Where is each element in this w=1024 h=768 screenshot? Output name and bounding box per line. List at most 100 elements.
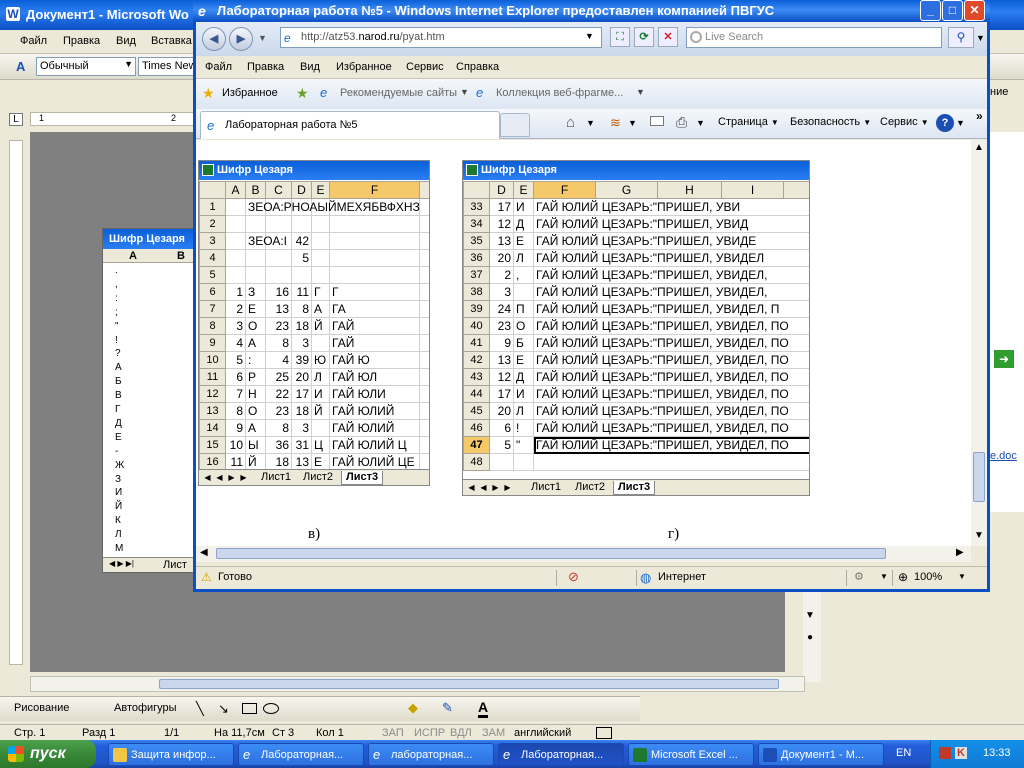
- cell-f39[interactable]: ГАЙ ЮЛИЙ ЦЕЗАРЬ:"ПРИШЕЛ, УВИДЕЛ, П: [533, 300, 809, 318]
- cell-f2[interactable]: [329, 215, 420, 233]
- cell-e7[interactable]: А: [311, 300, 330, 318]
- cell-g16[interactable]: [419, 453, 429, 471]
- status-rec[interactable]: ЗАП: [382, 727, 404, 739]
- taskbar-item-ie-1[interactable]: e Лабораторная...: [238, 743, 364, 766]
- protected-mode-icon[interactable]: ⚙: [854, 570, 864, 583]
- chevron-down-icon[interactable]: ▼: [805, 610, 815, 621]
- feeds-icon[interactable]: ≋: [610, 115, 621, 131]
- list-item[interactable]: З: [115, 474, 121, 485]
- cell-d4[interactable]: 5: [291, 249, 312, 267]
- print-dropdown[interactable]: ▼: [696, 118, 705, 128]
- cell-g7[interactable]: [419, 300, 429, 318]
- autoshapes-button[interactable]: Автофигуры: [114, 702, 177, 714]
- cell-f5[interactable]: [329, 266, 420, 284]
- task-pane-doc-link[interactable]: e.doc: [990, 450, 1017, 462]
- cell-f48[interactable]: [533, 453, 809, 471]
- cell-g15[interactable]: [419, 436, 429, 454]
- cell-e9[interactable]: [311, 334, 330, 352]
- sheet-tab-3[interactable]: Лист3: [613, 481, 656, 495]
- cell-a9[interactable]: 4: [225, 334, 246, 352]
- cell-e8[interactable]: Й: [311, 317, 330, 335]
- cell-g3[interactable]: [419, 232, 429, 250]
- cell-d13[interactable]: 18: [291, 402, 312, 420]
- mail-icon[interactable]: [650, 116, 664, 126]
- cell-e42[interactable]: Е: [513, 351, 534, 369]
- cell-e41[interactable]: Б: [513, 334, 534, 352]
- cell-a14[interactable]: 9: [225, 419, 246, 437]
- stop-icon[interactable]: ✕: [658, 27, 678, 47]
- cell-d6[interactable]: 11: [291, 283, 312, 301]
- cell-b11[interactable]: Р: [245, 368, 266, 386]
- sheet-nav-arrows[interactable]: ◀ ▶ ▶|: [109, 559, 134, 568]
- cell-f3[interactable]: [329, 232, 420, 250]
- cell-d16[interactable]: 13: [291, 453, 312, 471]
- cell-c7[interactable]: 13: [265, 300, 292, 318]
- cell-d45[interactable]: 20: [489, 402, 514, 420]
- cell-d14[interactable]: 3: [291, 419, 312, 437]
- cell-e12[interactable]: И: [311, 385, 330, 403]
- next-sheet-icon[interactable]: ▶: [226, 472, 237, 483]
- cell-d5[interactable]: [291, 266, 312, 284]
- cell-c6[interactable]: 16: [265, 283, 292, 301]
- tools-menu-button[interactable]: Сервис ▼: [880, 116, 929, 128]
- cell-d40[interactable]: 23: [489, 317, 514, 335]
- cell-f40[interactable]: ГАЙ ЮЛИЙ ЦЕЗАРЬ:"ПРИШЕЛ, УВИДЕЛ, ПО: [533, 317, 809, 335]
- home-dropdown[interactable]: ▼: [586, 118, 595, 128]
- list-item[interactable]: Ж: [115, 460, 124, 471]
- cell-e36[interactable]: Л: [513, 249, 534, 267]
- cell-f15[interactable]: ГАЙ ЮЛИЙ Ц: [329, 436, 420, 454]
- list-item[interactable]: ": [115, 321, 119, 332]
- safety-menu-button[interactable]: Безопасность ▼: [790, 116, 871, 128]
- scroll-thumb[interactable]: [216, 548, 886, 559]
- chevron-up-icon[interactable]: ▲: [974, 142, 984, 153]
- cell-g8[interactable]: [419, 317, 429, 335]
- cell-e5[interactable]: [311, 266, 330, 284]
- address-dropdown[interactable]: ▼: [585, 31, 594, 41]
- cell-d44[interactable]: 17: [489, 385, 514, 403]
- cell-b5[interactable]: [245, 266, 266, 284]
- cell-e35[interactable]: Е: [513, 232, 534, 250]
- list-item[interactable]: ,: [115, 279, 118, 290]
- cell-a3[interactable]: [225, 232, 246, 250]
- cell-c10[interactable]: 4: [265, 351, 292, 369]
- cell-e37[interactable]: ,: [513, 266, 534, 284]
- column-header-b[interactable]: B: [245, 181, 266, 199]
- cell-c15[interactable]: 36: [265, 436, 292, 454]
- last-sheet-icon[interactable]: ▶: [502, 482, 513, 493]
- cell-g11[interactable]: [419, 368, 429, 386]
- cell-f9[interactable]: ГАЙ: [329, 334, 420, 352]
- cell-e4[interactable]: [311, 249, 330, 267]
- forward-button[interactable]: ▶: [229, 27, 253, 51]
- column-header-g[interactable]: G: [419, 181, 429, 199]
- cell-f44[interactable]: ГАЙ ЮЛИЙ ЦЕЗАРЬ:"ПРИШЕЛ, УВИДЕЛ, ПО: [533, 385, 809, 403]
- minimize-button[interactable]: _: [920, 0, 941, 21]
- cell-f34[interactable]: ГАЙ ЮЛИЙ ЦЕЗАРЬ:"ПРИШЕЛ, УВИД: [533, 215, 809, 233]
- help-icon[interactable]: ?: [936, 114, 954, 132]
- list-item[interactable]: К: [115, 515, 121, 526]
- word-vertical-scrollbar[interactable]: ▼ ●: [803, 592, 821, 682]
- cell-c5[interactable]: [265, 266, 292, 284]
- cell-e33[interactable]: И: [513, 198, 534, 216]
- cell-b9[interactable]: А: [245, 334, 266, 352]
- list-item[interactable]: И: [115, 487, 122, 498]
- cell-a12[interactable]: 7: [225, 385, 246, 403]
- first-sheet-icon[interactable]: ◀: [466, 482, 477, 493]
- back-button[interactable]: ◀: [202, 27, 226, 51]
- cell-a8[interactable]: 3: [225, 317, 246, 335]
- column-header-i[interactable]: I: [721, 181, 784, 199]
- scroll-thumb[interactable]: [973, 452, 985, 502]
- tray-app-icon[interactable]: [939, 747, 951, 759]
- status-trk[interactable]: ИСПР: [414, 727, 445, 739]
- word-menu-view[interactable]: Вид: [116, 35, 136, 47]
- cell-d10[interactable]: 39: [291, 351, 312, 369]
- print-icon[interactable]: ⎙: [676, 114, 687, 131]
- next-sheet-icon[interactable]: ▶: [490, 482, 501, 493]
- cell-d33[interactable]: 17: [489, 198, 514, 216]
- cell-d42[interactable]: 13: [489, 351, 514, 369]
- cell-a2[interactable]: [225, 215, 246, 233]
- suggested-sites-dropdown[interactable]: ▼: [460, 87, 469, 97]
- cell-b6[interactable]: З: [245, 283, 266, 301]
- column-header-a[interactable]: A: [225, 181, 246, 199]
- cell-e10[interactable]: Ю: [311, 351, 330, 369]
- column-header-h[interactable]: H: [657, 181, 722, 199]
